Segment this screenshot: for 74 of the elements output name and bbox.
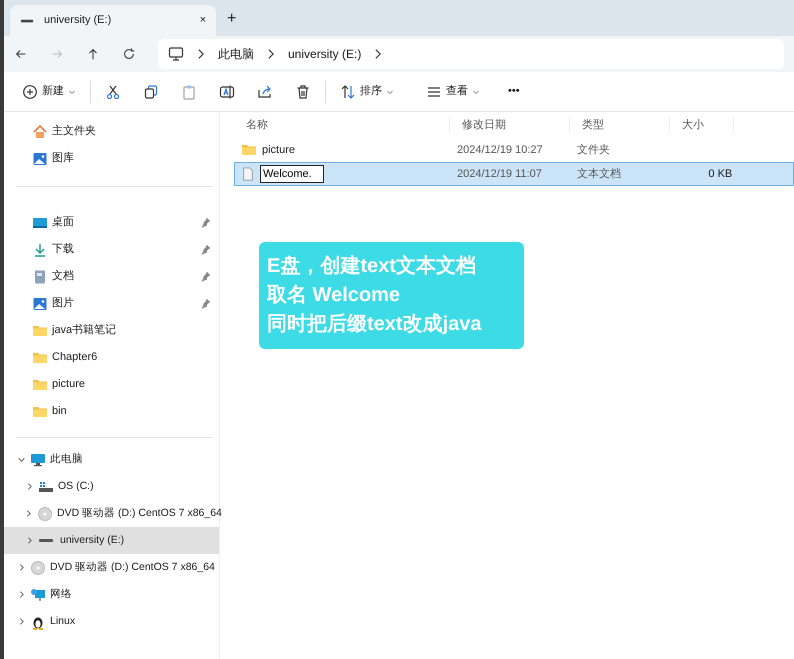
caret-icon <box>386 88 394 96</box>
home-icon <box>32 124 48 140</box>
sidebar-item[interactable]: java书籍笔记 <box>4 317 219 344</box>
tab[interactable]: university (E:) × <box>10 5 216 36</box>
tree-item[interactable]: Linux <box>4 608 219 635</box>
back-icon[interactable] <box>14 47 28 61</box>
sort-icon <box>340 84 356 100</box>
callout-text: 同时把后缀text改成java <box>267 312 483 337</box>
disc-icon <box>37 506 53 522</box>
table-cell-text: 0 KB <box>707 166 734 182</box>
breadcrumb-item[interactable]: 此电脑 <box>218 45 254 63</box>
disc-icon <box>30 560 46 576</box>
plus-icon <box>22 84 38 100</box>
sidebar-item[interactable]: Chapter6 <box>4 344 219 371</box>
up-icon[interactable] <box>86 47 100 61</box>
tree-item[interactable]: OS (C:) <box>4 473 219 500</box>
tree-item[interactable]: DVD 驱动器 (D:) CentOS 7 x86_64 <box>4 554 219 581</box>
file-icon <box>241 167 255 181</box>
chevron-icon <box>375 49 382 59</box>
column-header[interactable]: 名称 <box>234 116 450 134</box>
sidebar-item[interactable]: 文档 <box>4 263 219 290</box>
table-cell-text: 2024/12/19 11:07 <box>456 166 543 182</box>
table-cell-text: 文本文档 <box>576 166 622 182</box>
column-header[interactable]: 类型 <box>570 116 670 134</box>
chevron-icon <box>198 49 204 59</box>
trash-icon <box>295 84 311 100</box>
callout-text: 取名 Welcome <box>267 283 401 308</box>
monitor-icon <box>168 46 184 62</box>
sort-button[interactable]: 排序 <box>332 79 402 104</box>
document-icon <box>32 268 48 284</box>
tree-item[interactable]: 此电脑 <box>4 446 219 473</box>
file-row[interactable]: picture 2024/12/19 10:27 文件夹 <box>234 138 794 162</box>
file-name: picture <box>262 142 296 158</box>
close-button[interactable]: × <box>200 12 206 29</box>
column-header[interactable]: 修改日期 <box>450 116 570 134</box>
image-icon <box>32 150 48 166</box>
rename-field[interactable]: Welcome. <box>260 165 324 183</box>
sidebar-item[interactable]: bin <box>4 398 219 425</box>
file-row[interactable]: Welcome. 2024/12/19 11:07 文本文档 0 KB <box>234 162 794 186</box>
callout-text: E盘，创建text文本文档 <box>267 254 477 279</box>
breadcrumb-item[interactable]: university (E:) <box>288 45 362 63</box>
sidebar-item[interactable]: 主文件夹 <box>4 118 219 145</box>
more-button[interactable]: ••• <box>500 79 528 104</box>
scissors-icon <box>105 84 121 100</box>
tab-title: university (E:) <box>44 13 112 28</box>
sidebar-item[interactable]: picture <box>4 371 219 398</box>
folder-icon <box>241 142 257 158</box>
download-icon <box>32 242 48 258</box>
column-header[interactable]: 大小 <box>670 116 734 134</box>
clipboard-icon <box>181 84 197 100</box>
rename-icon <box>219 84 235 100</box>
share-icon <box>257 84 273 100</box>
sidebar-item[interactable]: 图片 <box>4 290 219 317</box>
drive-icon <box>38 538 54 543</box>
copy-icon <box>143 84 159 100</box>
tree-item[interactable]: 网络 <box>4 581 219 608</box>
tree-item[interactable]: university (E:) <box>4 527 219 554</box>
table-cell-text: 文件夹 <box>576 142 611 158</box>
caret-icon <box>68 88 76 96</box>
table-cell-text: 2024/12/19 10:27 <box>456 142 544 158</box>
network-icon <box>30 586 46 602</box>
view-button[interactable]: 查看 <box>418 79 488 104</box>
chevron-icon <box>268 49 274 59</box>
new-tab-button[interactable]: + <box>227 6 236 30</box>
sidebar-item[interactable]: 桌面 <box>4 209 219 236</box>
sidebar-item[interactable]: 图库 <box>4 145 219 172</box>
image-icon <box>32 296 48 312</box>
tree-item[interactable]: DVD 驱动器 (D:) CentOS 7 x86_64 <box>4 500 219 527</box>
caret-icon <box>472 88 480 96</box>
new-button[interactable]: 新建 <box>14 79 84 104</box>
address-bar[interactable]: 此电脑 university (E:) <box>158 39 784 69</box>
sidebar-item[interactable]: 下载 <box>4 236 219 263</box>
monitor-icon <box>30 452 46 468</box>
refresh-icon[interactable] <box>122 47 136 61</box>
